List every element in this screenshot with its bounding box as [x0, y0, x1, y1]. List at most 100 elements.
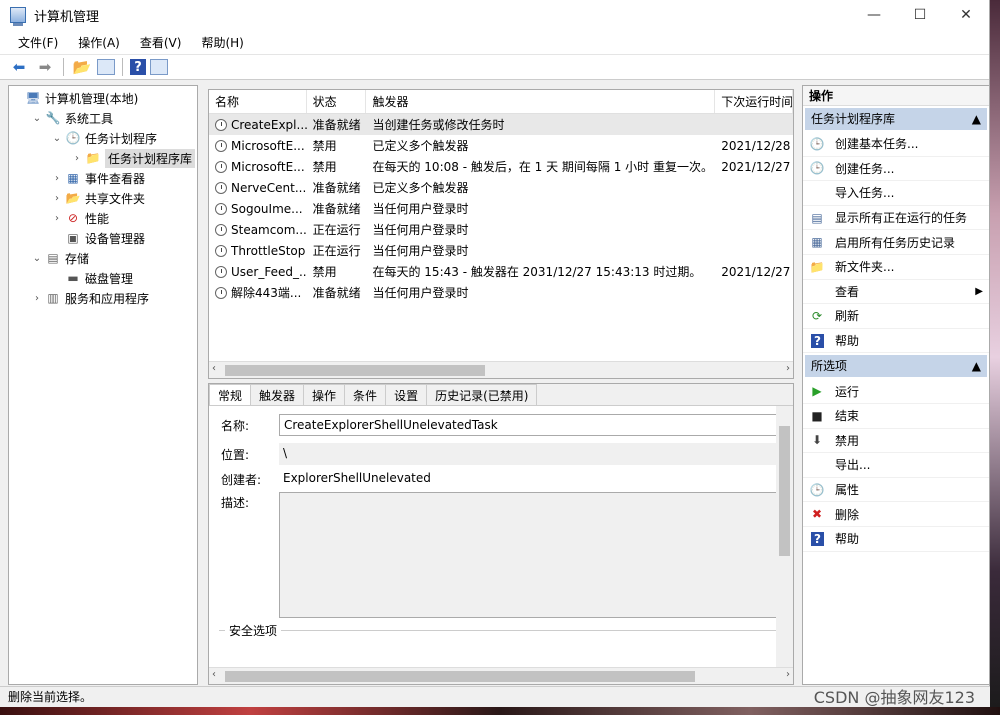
tab-history[interactable]: 历史记录(已禁用) — [426, 384, 538, 405]
tree-node[interactable]: › ▥ 服务和应用程序 — [9, 288, 197, 308]
chevron-right-icon[interactable]: › — [31, 293, 43, 304]
up-folder-icon[interactable]: 📂 — [71, 57, 93, 77]
task-trigger-cell: 在每天的 15:43 - 触发器在 2031/12/27 15:43:13 时过… — [372, 265, 702, 279]
table-row[interactable]: SogouIme... 准备就绪 当任何用户登录时 — [209, 198, 793, 219]
chevron-right-icon[interactable]: › — [51, 213, 63, 224]
tab-settings[interactable]: 设置 — [385, 384, 428, 405]
tree-node-label: 任务计划程序库 — [105, 148, 196, 168]
tree-node[interactable]: › ▦ 事件查看器 — [9, 168, 197, 188]
action-item-label: 禁用 — [835, 433, 860, 448]
system-tools-icon: 🔧 — [45, 111, 61, 125]
tree-node[interactable]: ▬ 磁盘管理 — [9, 268, 197, 288]
column-header-next-run[interactable]: 下次运行时间 — [715, 90, 793, 113]
tab-general[interactable]: 常规 — [209, 384, 252, 405]
actions-section-selected[interactable]: 所选项 ▲ — [805, 355, 987, 378]
tree-node[interactable]: › ⊘ 性能 — [9, 208, 197, 228]
action-item-label: 导出... — [835, 458, 871, 473]
menu-view[interactable]: 查看(V) — [130, 34, 192, 51]
scroll-left-icon[interactable]: ‹ — [212, 363, 216, 374]
tree-node[interactable]: ⌄ ▤ 存储 — [9, 248, 197, 268]
chevron-right-icon[interactable]: › — [51, 193, 63, 204]
chevron-down-icon[interactable]: ⌄ — [31, 113, 43, 124]
menu-file[interactable]: 文件(F) — [8, 34, 68, 51]
minimize-button[interactable]: — — [851, 0, 897, 30]
back-arrow-icon[interactable]: ⬅ — [8, 57, 30, 77]
task-trigger-cell: 当创建任务或修改任务时 — [372, 118, 505, 132]
collapse-icon[interactable]: ▲ — [972, 108, 981, 130]
table-row[interactable]: User_Feed_... 禁用 在每天的 15:43 - 触发器在 2031/12… — [209, 261, 793, 282]
table-row[interactable]: 解除443端... 准备就绪 当任何用户登录时 — [209, 282, 793, 303]
action-item[interactable]: 🕒 创建任务... — [803, 157, 989, 182]
tab-actions[interactable]: 操作 — [303, 384, 346, 405]
action-item[interactable]: ▦ 启用所有任务历史记录 — [803, 230, 989, 255]
navigation-tree: 🖥 计算机管理(本地) ⌄ 🔧 系统工具 ⌄ 🕒 任务计划程序 › 📁 任务计划程序库 › ▦ 事件查看器… — [8, 85, 198, 685]
tab-triggers[interactable]: 触发器 — [250, 384, 305, 405]
action-item-label: 查看 — [835, 284, 860, 299]
show-hide-action-pane-icon[interactable] — [150, 59, 168, 75]
action-item[interactable]: ⬇ 禁用 — [803, 429, 989, 454]
scroll-thumb[interactable] — [225, 671, 695, 682]
tree-node[interactable]: 🖥 计算机管理(本地) — [9, 88, 197, 108]
list-horizontal-scrollbar[interactable]: ‹ › — [209, 361, 793, 378]
title-bar: 计算机管理 — ☐ ✕ — [0, 0, 989, 30]
column-header-status[interactable]: 状态 — [307, 90, 367, 113]
column-header-name[interactable]: 名称 — [209, 90, 307, 113]
scroll-left-icon[interactable]: ‹ — [212, 669, 216, 680]
description-field[interactable] — [279, 492, 779, 618]
table-row[interactable]: Steamcom... 正在运行 当任何用户登录时 — [209, 219, 793, 240]
actions-section-library[interactable]: 任务计划程序库 ▲ — [805, 108, 987, 130]
chevron-right-icon[interactable]: › — [71, 153, 83, 164]
scroll-right-icon[interactable]: › — [786, 363, 790, 374]
table-row[interactable]: ThrottleStop 正在运行 当任何用户登录时 — [209, 240, 793, 261]
action-item[interactable]: ? 帮助 — [803, 329, 989, 354]
forward-arrow-icon[interactable]: ➡ — [34, 57, 56, 77]
action-item[interactable]: ▤ 显示所有正在运行的任务 — [803, 206, 989, 231]
action-item[interactable]: 🕒 创建基本任务... — [803, 132, 989, 157]
action-item[interactable]: ✖ 删除 — [803, 502, 989, 527]
storage-icon: ▤ — [47, 251, 59, 265]
detail-vertical-scrollbar[interactable] — [776, 406, 793, 667]
scroll-thumb[interactable] — [225, 365, 485, 376]
action-item[interactable]: 导入任务... — [803, 181, 989, 206]
detail-horizontal-scrollbar[interactable]: ‹ › — [209, 667, 793, 684]
table-row[interactable]: CreateExpl... 准备就绪 当创建任务或修改任务时 — [209, 114, 793, 135]
collapse-icon[interactable]: ▲ — [972, 355, 981, 377]
action-item[interactable]: 📁 新文件夹... — [803, 255, 989, 280]
action-item[interactable]: 导出... — [803, 453, 989, 478]
menu-help[interactable]: 帮助(H) — [191, 34, 253, 51]
action-item[interactable]: 查看 ▶ — [803, 280, 989, 305]
menu-action[interactable]: 操作(A) — [68, 34, 130, 51]
column-header-trigger[interactable]: 触发器 — [366, 90, 716, 113]
tree-node[interactable]: ⌄ 🕒 任务计划程序 — [9, 128, 197, 148]
task-detail-pane: 常规 触发器 操作 条件 设置 历史记录(已禁用) 名称: CreateExpl… — [208, 383, 794, 685]
action-item[interactable]: ⟳ 刷新 — [803, 304, 989, 329]
tree-node[interactable]: ▣ 设备管理器 — [9, 228, 197, 248]
name-field[interactable]: CreateExplorerShellUnelevatedTask — [279, 414, 779, 436]
scroll-thumb[interactable] — [779, 426, 790, 556]
table-row[interactable]: MicrosoftE... 禁用 已定义多个触发器 2021/12/28 — [209, 135, 793, 156]
close-button[interactable]: ✕ — [943, 0, 989, 30]
help-icon[interactable]: ? — [130, 59, 146, 75]
action-item[interactable]: 🕒 属性 — [803, 478, 989, 503]
tab-conditions[interactable]: 条件 — [344, 384, 387, 405]
actions-header: 操作 — [803, 86, 989, 106]
tree-node[interactable]: ⌄ 🔧 系统工具 — [9, 108, 197, 128]
action-item[interactable]: ■ 结束 — [803, 404, 989, 429]
tree-node[interactable]: › 📁 任务计划程序库 — [9, 148, 197, 168]
action-item[interactable]: ▶ 运行 — [803, 379, 989, 404]
location-label: 位置: — [221, 447, 250, 462]
chevron-right-icon[interactable]: › — [51, 173, 63, 184]
scroll-right-icon[interactable]: › — [786, 669, 790, 680]
maximize-button[interactable]: ☐ — [897, 0, 943, 30]
chevron-down-icon[interactable]: ⌄ — [51, 133, 63, 144]
new-folder-icon: 📁 — [809, 259, 825, 274]
chevron-down-icon[interactable]: ⌄ — [31, 253, 43, 264]
table-row[interactable]: MicrosoftE... 禁用 在每天的 10:08 - 触发后，在 1 天 期间… — [209, 156, 793, 177]
task-name-text: User_Feed_... — [231, 264, 307, 279]
table-row[interactable]: NerveCent... 准备就绪 已定义多个触发器 — [209, 177, 793, 198]
task-next-run-cell: 2021/12/27 — [721, 159, 791, 174]
description-label: 描述: — [221, 496, 250, 510]
show-hide-tree-icon[interactable] — [97, 59, 115, 75]
action-item[interactable]: ? 帮助 — [803, 527, 989, 552]
tree-node[interactable]: › 📂 共享文件夹 — [9, 188, 197, 208]
